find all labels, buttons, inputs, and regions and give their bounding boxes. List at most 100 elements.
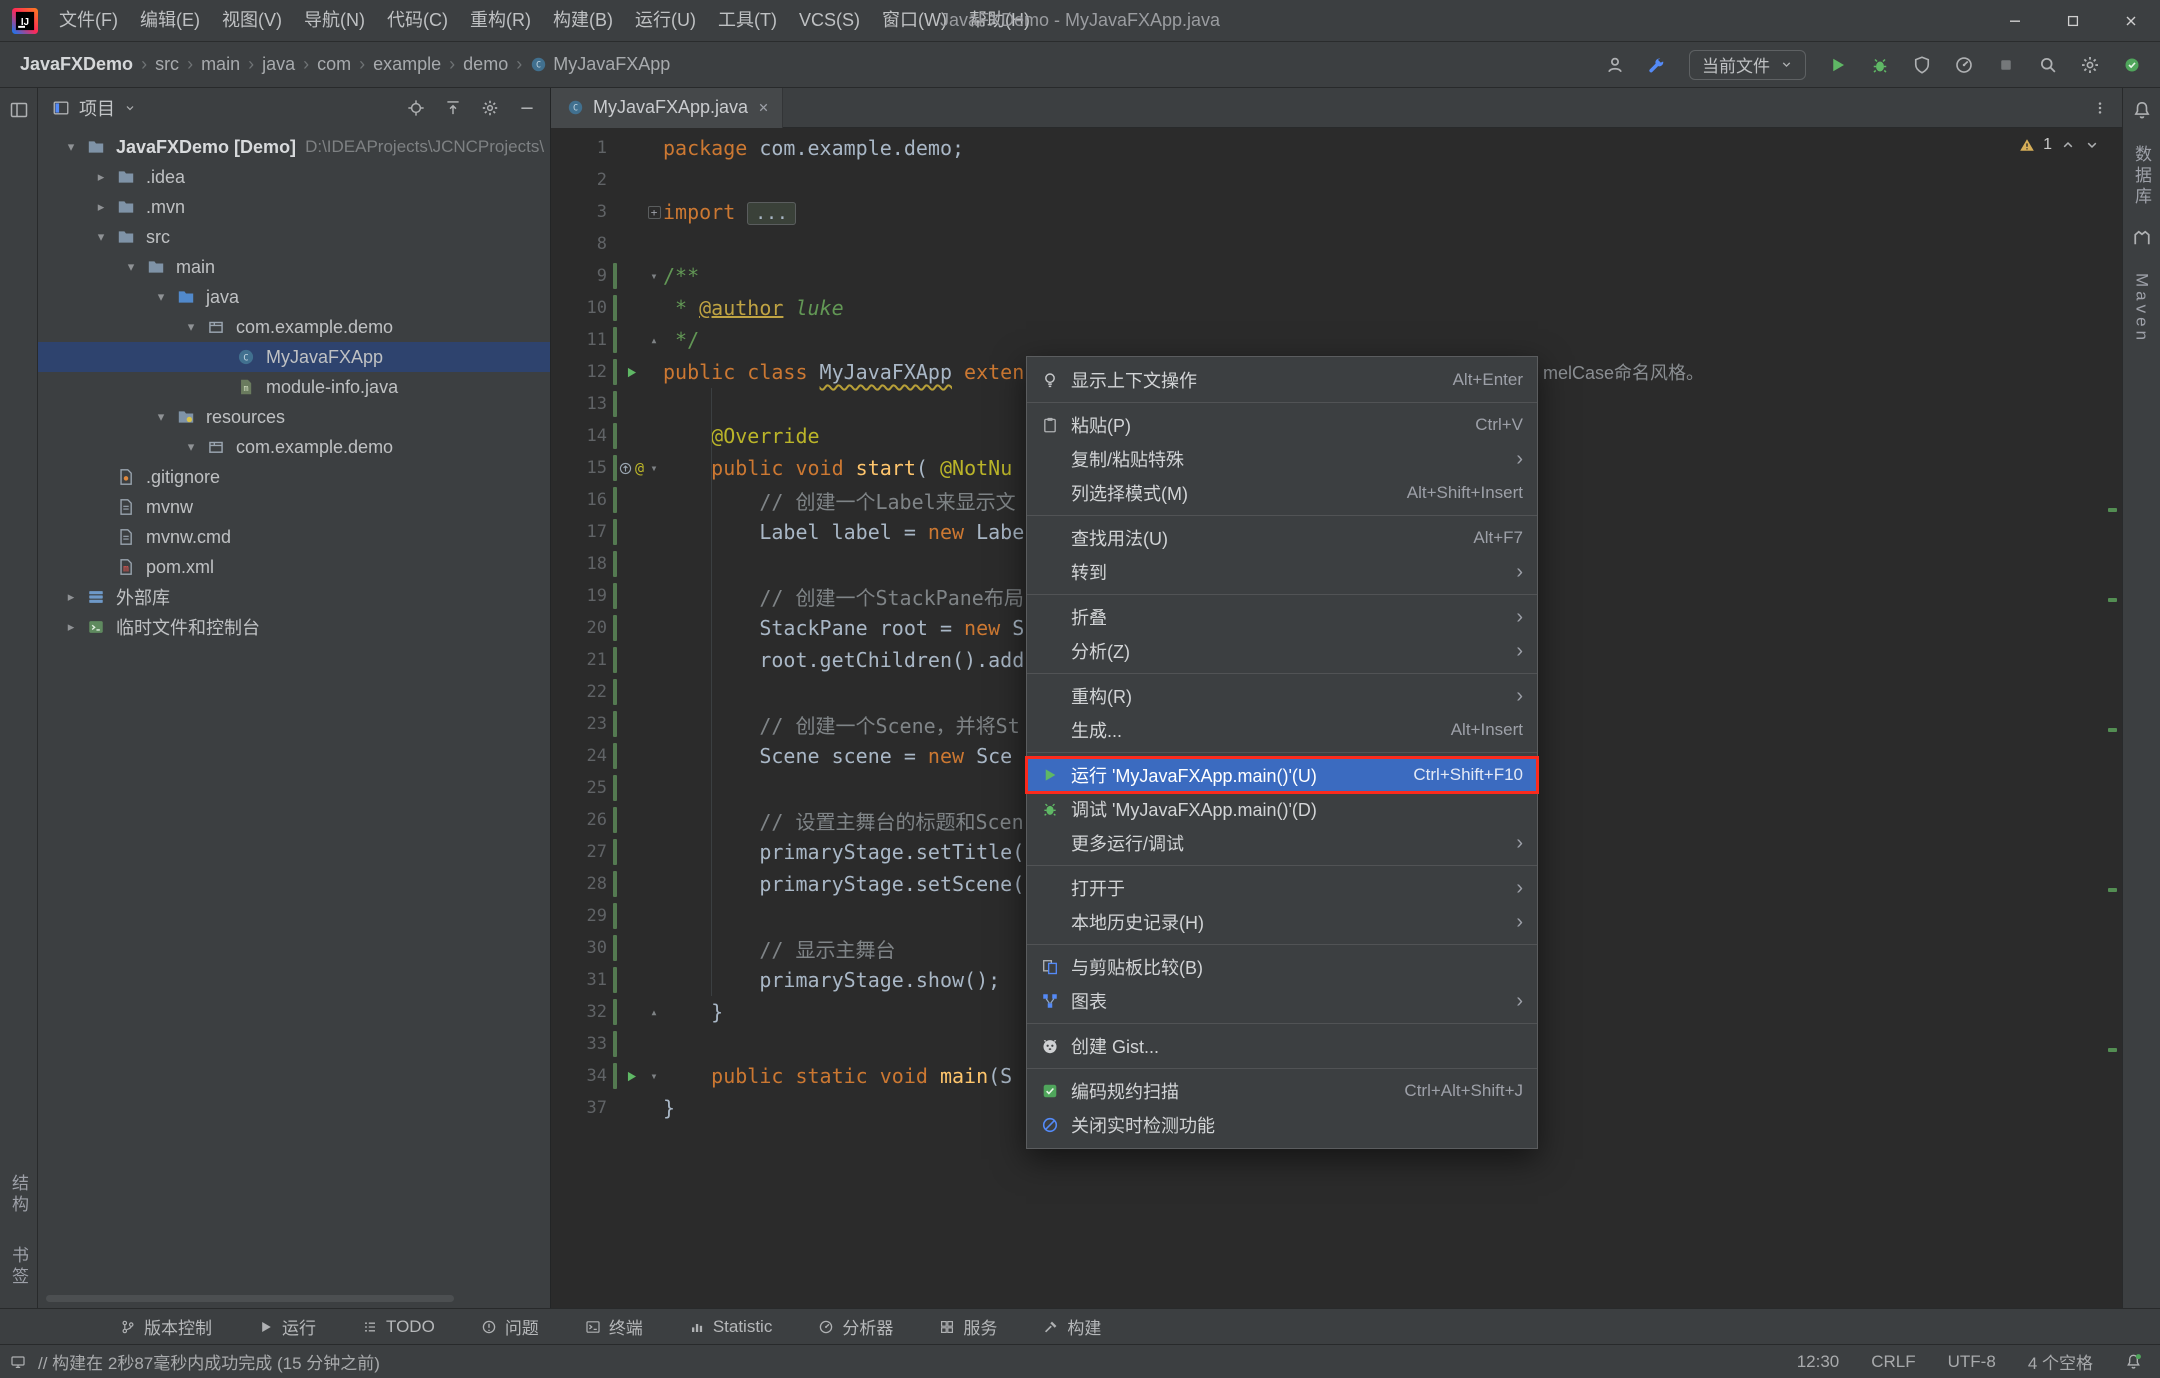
fold-marker-icon[interactable]: ▴ (645, 1005, 663, 1019)
chevron-right-icon[interactable]: ▸ (58, 589, 84, 605)
code-line[interactable]: 8 (551, 228, 2122, 260)
tool-window-button[interactable]: 分析器 (818, 1314, 893, 1339)
code-line[interactable]: 3+import ... (551, 196, 2122, 228)
menubar-item[interactable]: 编辑(E) (129, 0, 211, 41)
panel-options-button[interactable] (481, 99, 499, 117)
code-line[interactable]: 9▾/** (551, 260, 2122, 292)
chevron-down-icon[interactable]: ▾ (178, 319, 204, 335)
context-menu-item[interactable]: 运行 'MyJavaFXApp.main()'(U)Ctrl+Shift+F10 (1027, 758, 1537, 792)
tree-item[interactable]: mpom.xml (38, 552, 550, 582)
collapse-all-button[interactable] (444, 99, 462, 117)
run-gutter-icon[interactable] (624, 365, 639, 380)
context-menu-item[interactable]: 重构(R)› (1027, 679, 1537, 713)
tree-item[interactable]: ▸临时文件和控制台 (38, 612, 550, 642)
menubar-item[interactable]: 运行(U) (624, 0, 707, 41)
chevron-down-icon[interactable]: ▾ (148, 409, 174, 425)
breadcrumb-item[interactable]: example (367, 52, 447, 77)
run-with-coverage-button[interactable] (1912, 55, 1932, 75)
prev-warning-icon[interactable] (2060, 137, 2076, 153)
more-options-icon[interactable] (2078, 100, 2122, 116)
close-button[interactable] (2102, 0, 2160, 41)
fold-marker-icon[interactable]: ▾ (645, 1069, 663, 1083)
fold-marker-icon[interactable]: + (645, 205, 663, 219)
locate-file-button[interactable] (407, 99, 425, 117)
settings-button[interactable] (2080, 55, 2100, 75)
tree-item[interactable]: mvnw.cmd (38, 522, 550, 552)
sync-status-button[interactable] (2122, 55, 2142, 75)
menubar-item[interactable]: 导航(N) (293, 0, 376, 41)
change-stripe-mark[interactable] (2108, 1048, 2117, 1052)
profile-button[interactable] (1605, 55, 1625, 75)
tree-item[interactable]: ▾main (38, 252, 550, 282)
breadcrumb-item[interactable]: JavaFXDemo (14, 52, 139, 77)
search-everywhere-button[interactable] (2038, 55, 2058, 75)
tree-item[interactable]: ▸.mvn (38, 192, 550, 222)
quick-fix-button[interactable] (1647, 55, 1667, 75)
chevron-down-icon[interactable]: ▾ (58, 139, 84, 155)
menubar-item[interactable]: 工具(T) (707, 0, 788, 41)
tree-item[interactable]: CMyJavaFXApp (38, 342, 550, 372)
breadcrumb-item[interactable]: CMyJavaFXApp (524, 52, 676, 77)
menubar-item[interactable]: VCS(S) (788, 0, 871, 41)
code-line[interactable]: 1package com.example.demo; (551, 132, 2122, 164)
editor-tab[interactable]: C MyJavaFXApp.java (551, 88, 783, 128)
menubar-item[interactable]: 视图(V) (211, 0, 293, 41)
tree-item[interactable]: ▾src (38, 222, 550, 252)
change-stripe-mark[interactable] (2108, 508, 2117, 512)
context-menu-item[interactable]: 复制/粘贴特殊› (1027, 442, 1537, 476)
breadcrumb-item[interactable]: java (256, 52, 301, 77)
next-warning-icon[interactable] (2084, 137, 2100, 153)
tree-item[interactable]: ▸.idea (38, 162, 550, 192)
profiler-button[interactable] (1954, 55, 1974, 75)
context-menu-item[interactable]: 与剪贴板比较(B) (1027, 950, 1537, 984)
context-menu-item[interactable]: 列选择模式(M)Alt+Shift+Insert (1027, 476, 1537, 510)
tool-window-tab[interactable]: 书签 (6, 1246, 31, 1288)
chevron-right-icon[interactable]: ▸ (58, 619, 84, 635)
fold-marker-icon[interactable]: ▾ (645, 269, 663, 283)
context-menu-item[interactable]: 显示上下文操作Alt+Enter (1027, 363, 1537, 397)
chevron-right-icon[interactable]: ▸ (88, 169, 114, 185)
notifications-icon[interactable] (2125, 1353, 2142, 1370)
context-menu-item[interactable]: 创建 Gist... (1027, 1029, 1537, 1063)
tree-item[interactable]: ▾resources (38, 402, 550, 432)
menubar-item[interactable]: 构建(B) (542, 0, 624, 41)
stop-button[interactable] (1996, 55, 2016, 75)
run-gutter-icon[interactable] (624, 1069, 639, 1084)
context-menu-item[interactable]: 生成...Alt+Insert (1027, 713, 1537, 747)
minimize-button[interactable] (1986, 0, 2044, 41)
inspection-widget[interactable]: 1 (2019, 136, 2100, 154)
code-line[interactable]: 2 (551, 164, 2122, 196)
chevron-down-icon[interactable]: ▾ (118, 259, 144, 275)
code-line[interactable]: 11▴ */ (551, 324, 2122, 356)
encoding-widget[interactable]: UTF-8 (1948, 1352, 1996, 1372)
context-menu-item[interactable]: 本地历史记录(H)› (1027, 905, 1537, 939)
breadcrumb-item[interactable]: main (195, 52, 246, 77)
horizontal-scrollbar[interactable] (46, 1295, 454, 1302)
change-stripe-mark[interactable] (2108, 598, 2117, 602)
project-tool-button[interactable] (9, 100, 29, 125)
chevron-right-icon[interactable]: ▸ (88, 199, 114, 215)
change-stripe-mark[interactable] (2108, 728, 2117, 732)
indent-widget[interactable]: 4 个空格 (2028, 1349, 2093, 1374)
context-menu-item[interactable]: 转到› (1027, 555, 1537, 589)
fold-marker-icon[interactable]: ▴ (645, 333, 663, 347)
menubar-item[interactable]: 重构(R) (459, 0, 542, 41)
context-menu-item[interactable]: 关闭实时检测功能 (1027, 1108, 1537, 1142)
context-menu-item[interactable]: 折叠› (1027, 600, 1537, 634)
tree-item[interactable]: ▾java (38, 282, 550, 312)
menubar-item[interactable]: 文件(F) (48, 0, 129, 41)
tool-window-button[interactable]: TODO (362, 1317, 435, 1337)
tool-window-button[interactable]: 构建 (1043, 1314, 1101, 1339)
tree-item[interactable]: mmodule-info.java (38, 372, 550, 402)
tool-window-tab[interactable]: Maven (2132, 273, 2152, 344)
notifications-button[interactable] (2132, 100, 2152, 125)
override-gutter-icon[interactable] (618, 461, 633, 476)
change-stripe-mark[interactable] (2108, 888, 2117, 892)
fold-collapsed-icon[interactable]: + (648, 206, 661, 219)
context-menu-item[interactable]: 编码规约扫描Ctrl+Alt+Shift+J (1027, 1074, 1537, 1108)
context-menu-item[interactable]: 粘贴(P)Ctrl+V (1027, 408, 1537, 442)
line-ending-widget[interactable]: CRLF (1871, 1352, 1915, 1372)
chevron-down-icon[interactable]: ▾ (148, 289, 174, 305)
run-configuration-selector[interactable]: 当前文件 (1689, 50, 1806, 80)
tool-window-tab[interactable]: 数据库 (2129, 145, 2154, 208)
